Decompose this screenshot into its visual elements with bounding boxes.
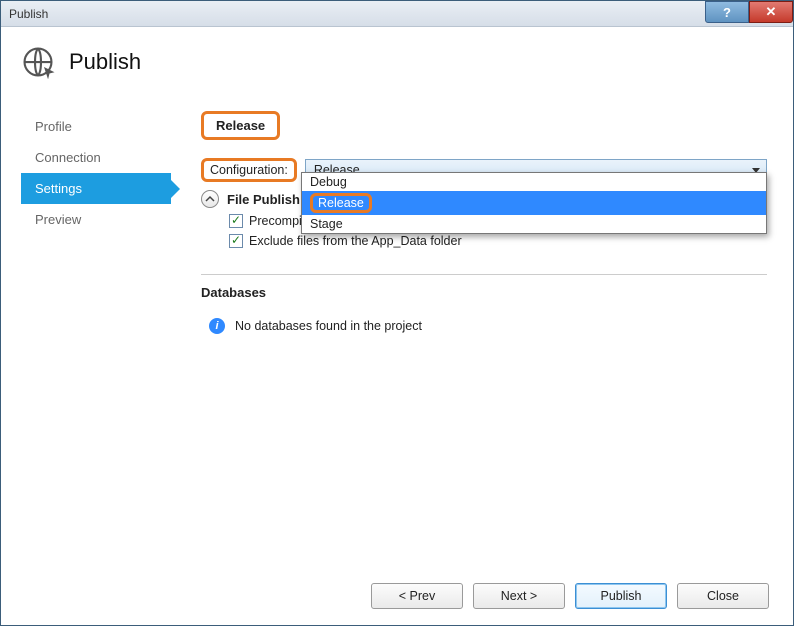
config-label: Configuration: [201, 158, 297, 182]
sidenav-item-preview[interactable]: Preview [21, 204, 171, 235]
settings-panel: Release Configuration: Release Debug Rel… [201, 111, 767, 567]
exclude-appdata-label: Exclude files from the App_Data folder [249, 234, 462, 248]
config-heading: Release [201, 111, 280, 140]
exclude-appdata-checkbox[interactable] [229, 234, 243, 248]
help-button[interactable]: ? [705, 1, 749, 23]
config-option-stage[interactable]: Stage [302, 215, 766, 233]
window-title: Publish [9, 7, 48, 21]
databases-empty-row: i No databases found in the project [209, 318, 767, 334]
databases-heading: Databases [201, 285, 767, 300]
publish-button[interactable]: Publish [575, 583, 667, 609]
sidenav-item-profile[interactable]: Profile [21, 111, 171, 142]
sidenav-item-settings[interactable]: Settings [21, 173, 171, 204]
sidenav-item-connection[interactable]: Connection [21, 142, 171, 173]
divider [201, 274, 767, 275]
page-title: Publish [69, 49, 141, 75]
header: Publish [1, 27, 793, 87]
sidenav: Profile Connection Settings Preview [21, 111, 171, 567]
publish-dialog: Publish ? ✕ Publish Profile Connection S… [0, 0, 794, 626]
prev-button[interactable]: < Prev [371, 583, 463, 609]
title-buttons: ? ✕ [705, 1, 793, 23]
info-icon: i [209, 318, 225, 334]
databases-empty-text: No databases found in the project [235, 319, 422, 333]
collapse-button[interactable] [201, 190, 219, 208]
config-option-release[interactable]: Release [302, 191, 766, 215]
config-option-debug[interactable]: Debug [302, 173, 766, 191]
globe-icon [21, 45, 55, 79]
close-button[interactable]: Close [677, 583, 769, 609]
next-button[interactable]: Next > [473, 583, 565, 609]
footer: < Prev Next > Publish Close [1, 567, 793, 625]
titlebar: Publish ? ✕ [1, 1, 793, 27]
config-dropdown: Debug Release Stage [301, 172, 767, 234]
exclude-appdata-row: Exclude files from the App_Data folder [229, 234, 767, 248]
window-close-button[interactable]: ✕ [749, 1, 793, 23]
precompile-checkbox[interactable] [229, 214, 243, 228]
body: Profile Connection Settings Preview Rele… [1, 87, 793, 567]
